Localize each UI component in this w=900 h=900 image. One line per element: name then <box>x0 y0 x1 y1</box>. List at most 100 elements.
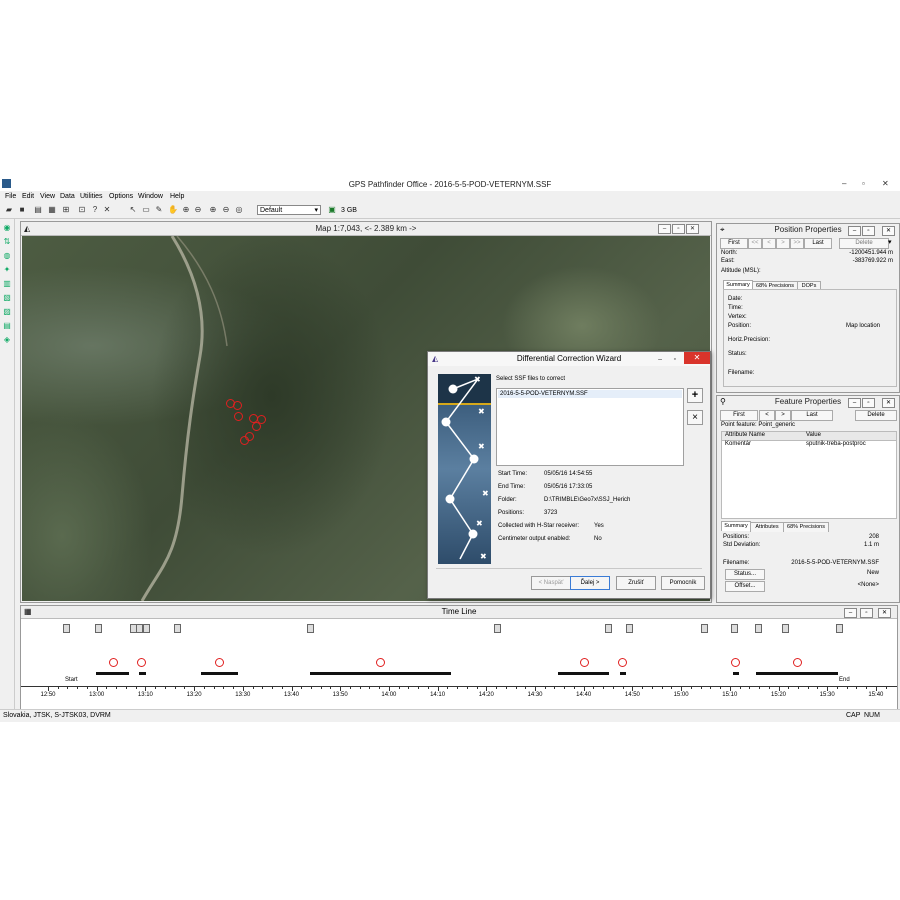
position-delete-chevron-icon[interactable]: ▾ <box>888 238 892 246</box>
position-last-button[interactable]: Last <box>804 238 832 249</box>
timeline-marker[interactable] <box>109 658 118 667</box>
open-icon[interactable]: ▰ <box>4 205 14 215</box>
dialog-minimize-icon[interactable]: – <box>658 353 662 367</box>
map-point-marker[interactable] <box>233 401 242 410</box>
feature-close-button[interactable]: ✕ <box>882 398 895 408</box>
position-next2-button[interactable]: >> <box>790 238 804 249</box>
file-icon[interactable] <box>836 624 843 633</box>
file-icon[interactable] <box>143 624 150 633</box>
file-icon[interactable] <box>731 624 738 633</box>
satellite-icon[interactable]: ✦ <box>2 265 12 275</box>
back-button[interactable]: < Naspäť <box>531 576 571 590</box>
table-row[interactable]: Komentár sputnik-treba-postproc <box>722 441 896 449</box>
help-pointer-icon[interactable]: ? <box>90 205 100 215</box>
attribute-table[interactable]: Attribute Name Value Komentár sputnik-tr… <box>721 431 897 519</box>
timeline-marker[interactable] <box>731 658 740 667</box>
position-prev-button[interactable]: < <box>762 238 776 249</box>
close-icon[interactable]: ✕ <box>882 179 889 188</box>
timeline-marker[interactable] <box>137 658 146 667</box>
report-icon[interactable]: ▤ <box>2 321 12 331</box>
feature-next-button[interactable]: > <box>775 410 791 421</box>
zoom-extents-icon[interactable]: ⊡ <box>77 205 87 215</box>
file-icon[interactable] <box>782 624 789 633</box>
timeline-marker[interactable] <box>618 658 627 667</box>
zoom-in-icon[interactable]: ⊕ <box>181 205 191 215</box>
timeline-close-button[interactable]: ✕ <box>878 608 891 618</box>
next-button[interactable]: Ďalej > <box>570 576 610 590</box>
measure-icon[interactable]: ▭ <box>141 205 151 215</box>
export-icon[interactable]: ▧ <box>2 293 12 303</box>
dialog-close-button[interactable]: ✕ <box>684 352 710 364</box>
file-icon[interactable] <box>95 624 102 633</box>
timeline-marker[interactable] <box>793 658 802 667</box>
position-minimize-button[interactable]: – <box>848 226 861 236</box>
timeline-segment[interactable] <box>620 672 626 675</box>
ssf-file-list[interactable]: 2016-5-5-POD-VETERNYM.SSF <box>496 388 684 466</box>
pencil-icon[interactable]: ✎ <box>154 205 164 215</box>
file-icon[interactable] <box>605 624 612 633</box>
timeline-marker[interactable] <box>215 658 224 667</box>
timeline-marker[interactable] <box>376 658 385 667</box>
position-close-button[interactable]: ✕ <box>882 226 895 236</box>
feature-last-button[interactable]: Last <box>791 410 833 421</box>
file-icon[interactable] <box>626 624 633 633</box>
grid-icon[interactable]: ⊞ <box>61 205 71 215</box>
status-button[interactable]: Status... <box>725 569 765 580</box>
timeline-segment[interactable] <box>310 672 451 675</box>
timeline-segment[interactable] <box>558 672 609 675</box>
timeline-marker[interactable] <box>580 658 589 667</box>
correction-icon[interactable]: ▨ <box>2 307 12 317</box>
tab-attributes[interactable]: Attributes <box>750 522 784 532</box>
menu-utilities[interactable]: Utilities <box>80 193 103 200</box>
menu-view[interactable]: View <box>40 193 55 200</box>
tab-feature-68-precisions[interactable]: 68% Precisions <box>783 522 829 532</box>
save-icon[interactable]: ■ <box>17 205 27 215</box>
timeline-segment[interactable] <box>96 672 129 675</box>
position-prev2-button[interactable]: << <box>748 238 762 249</box>
zoom-window-icon[interactable]: ⊕ <box>208 205 218 215</box>
minimize-icon[interactable]: – <box>842 179 846 188</box>
offset-button[interactable]: Offset... <box>725 581 765 592</box>
feature-delete-button[interactable]: Delete <box>855 410 897 421</box>
tool-x-icon[interactable]: ✕ <box>102 205 112 215</box>
import-icon[interactable]: ▥ <box>2 279 12 289</box>
layer-select[interactable]: Default ▾ <box>257 205 321 215</box>
storage-icon[interactable]: ▣ <box>327 205 337 215</box>
menu-options[interactable]: Options <box>109 193 133 200</box>
timeline-segment[interactable] <box>756 672 838 675</box>
timeline-segment[interactable] <box>733 672 739 675</box>
file-icon[interactable] <box>63 624 70 633</box>
feature-minimize-button[interactable]: – <box>848 398 861 408</box>
menu-help[interactable]: Help <box>170 193 184 200</box>
file-icon[interactable] <box>494 624 501 633</box>
timeline-restore-button[interactable]: ▫ <box>860 608 873 618</box>
position-next-button[interactable]: > <box>776 238 790 249</box>
select-arrow-icon[interactable]: ↖ <box>128 205 138 215</box>
globe-icon[interactable]: ◍ <box>2 251 12 261</box>
help-button[interactable]: Pomocník <box>661 576 705 590</box>
remove-file-button[interactable]: × <box>687 410 703 425</box>
feature-restore-button[interactable]: ▫ <box>862 398 875 408</box>
dialog-maximize-icon[interactable]: ▫ <box>674 353 676 367</box>
feature-first-button[interactable]: First <box>720 410 758 421</box>
maximize-icon[interactable]: ▫ <box>862 179 865 188</box>
position-delete-button[interactable]: Delete <box>839 238 889 249</box>
file-icon[interactable] <box>307 624 314 633</box>
menu-file[interactable]: File <box>5 193 16 200</box>
transfer-icon[interactable]: ⇅ <box>2 237 12 247</box>
zoom-full-icon[interactable]: ◎ <box>234 205 244 215</box>
map-close-button[interactable]: ✕ <box>686 224 699 234</box>
add-file-button[interactable]: + <box>687 388 703 403</box>
map-point-marker[interactable] <box>240 436 249 445</box>
menu-edit[interactable]: Edit <box>22 193 34 200</box>
map-restore-button[interactable]: ▫ <box>672 224 685 234</box>
file-icon[interactable] <box>174 624 181 633</box>
file-icon[interactable] <box>755 624 762 633</box>
list-item[interactable]: 2016-5-5-POD-VETERNYM.SSF <box>498 390 682 398</box>
file-icon[interactable] <box>701 624 708 633</box>
file-icon[interactable] <box>136 624 143 633</box>
pan-icon[interactable]: ✋ <box>168 205 178 215</box>
gps-icon[interactable]: ◉ <box>2 223 12 233</box>
tab-feature-summary[interactable]: Summary <box>721 521 751 531</box>
cancel-button[interactable]: Zrušiť <box>616 576 656 590</box>
